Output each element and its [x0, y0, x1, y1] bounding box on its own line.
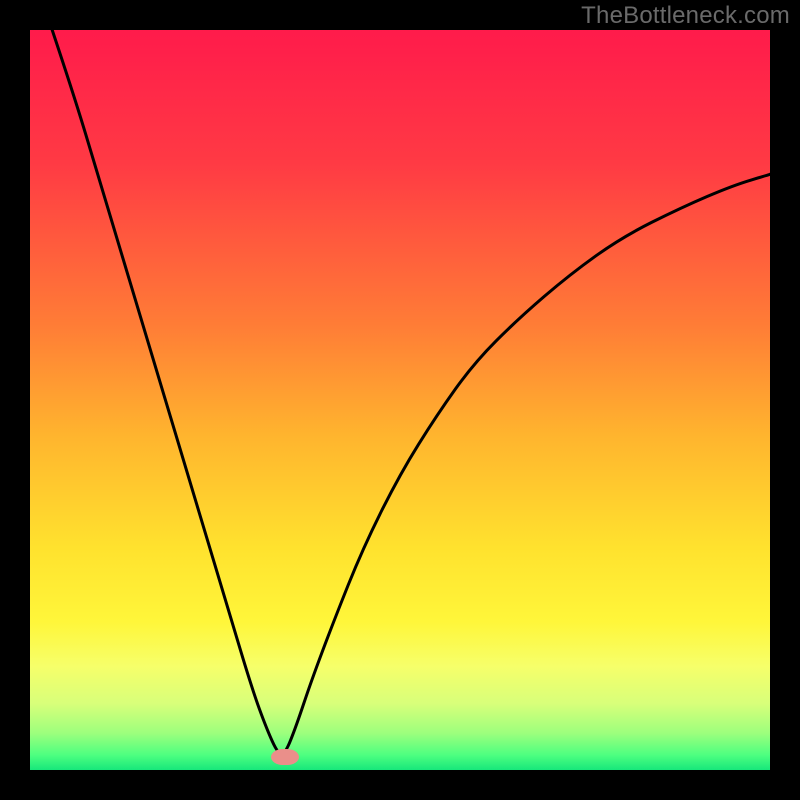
optimum-marker [271, 749, 299, 765]
watermark-text: TheBottleneck.com [581, 2, 790, 30]
plot-area [30, 30, 770, 770]
bottleneck-curve [52, 30, 770, 754]
curve-layer [30, 30, 770, 770]
chart-stage: TheBottleneck.com [0, 0, 800, 800]
